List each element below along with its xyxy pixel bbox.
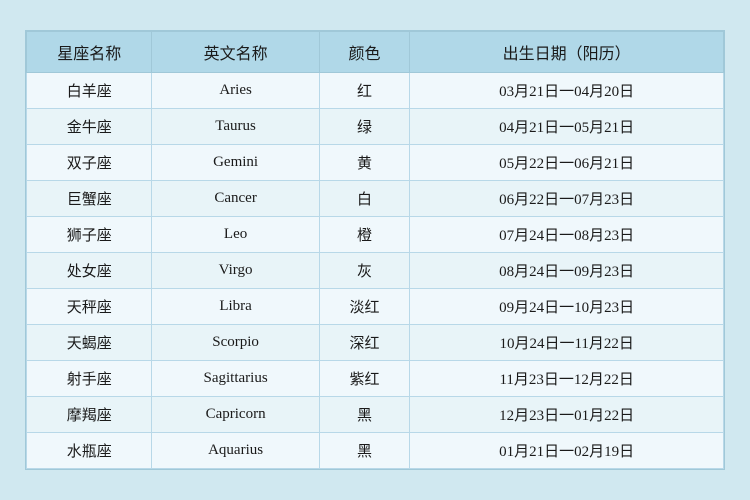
header-english: 英文名称	[152, 32, 319, 73]
cell-chinese: 水瓶座	[27, 433, 152, 469]
table-row: 射手座Sagittarius紫红11月23日一12月22日	[27, 361, 724, 397]
cell-english: Aries	[152, 73, 319, 109]
cell-chinese: 天秤座	[27, 289, 152, 325]
cell-color: 绿	[319, 109, 410, 145]
cell-date: 09月24日一10月23日	[410, 289, 724, 325]
cell-date: 06月22日一07月23日	[410, 181, 724, 217]
header-color: 颜色	[319, 32, 410, 73]
cell-date: 01月21日一02月19日	[410, 433, 724, 469]
cell-date: 05月22日一06月21日	[410, 145, 724, 181]
cell-date: 07月24日一08月23日	[410, 217, 724, 253]
cell-date: 04月21日一05月21日	[410, 109, 724, 145]
cell-chinese: 狮子座	[27, 217, 152, 253]
table-row: 水瓶座Aquarius黑01月21日一02月19日	[27, 433, 724, 469]
cell-chinese: 天蝎座	[27, 325, 152, 361]
cell-date: 11月23日一12月22日	[410, 361, 724, 397]
cell-english: Scorpio	[152, 325, 319, 361]
cell-english: Cancer	[152, 181, 319, 217]
cell-english: Taurus	[152, 109, 319, 145]
table-row: 天蝎座Scorpio深红10月24日一11月22日	[27, 325, 724, 361]
cell-color: 深红	[319, 325, 410, 361]
cell-color: 白	[319, 181, 410, 217]
cell-color: 黄	[319, 145, 410, 181]
cell-english: Aquarius	[152, 433, 319, 469]
cell-chinese: 摩羯座	[27, 397, 152, 433]
cell-color: 淡红	[319, 289, 410, 325]
cell-english: Leo	[152, 217, 319, 253]
table-row: 巨蟹座Cancer白06月22日一07月23日	[27, 181, 724, 217]
cell-english: Virgo	[152, 253, 319, 289]
cell-english: Gemini	[152, 145, 319, 181]
cell-chinese: 白羊座	[27, 73, 152, 109]
table-row: 处女座Virgo灰08月24日一09月23日	[27, 253, 724, 289]
cell-color: 黑	[319, 397, 410, 433]
cell-english: Sagittarius	[152, 361, 319, 397]
cell-chinese: 双子座	[27, 145, 152, 181]
cell-color: 橙	[319, 217, 410, 253]
cell-color: 灰	[319, 253, 410, 289]
header-date: 出生日期（阳历）	[410, 32, 724, 73]
cell-chinese: 金牛座	[27, 109, 152, 145]
cell-color: 黑	[319, 433, 410, 469]
table-row: 天秤座Libra淡红09月24日一10月23日	[27, 289, 724, 325]
cell-english: Libra	[152, 289, 319, 325]
table-row: 狮子座Leo橙07月24日一08月23日	[27, 217, 724, 253]
cell-chinese: 巨蟹座	[27, 181, 152, 217]
cell-color: 紫红	[319, 361, 410, 397]
table-row: 金牛座Taurus绿04月21日一05月21日	[27, 109, 724, 145]
cell-chinese: 射手座	[27, 361, 152, 397]
zodiac-table-container: 星座名称 英文名称 颜色 出生日期（阳历） 白羊座Aries红03月21日一04…	[25, 30, 725, 470]
cell-color: 红	[319, 73, 410, 109]
header-chinese: 星座名称	[27, 32, 152, 73]
table-row: 摩羯座Capricorn黑12月23日一01月22日	[27, 397, 724, 433]
table-row: 双子座Gemini黄05月22日一06月21日	[27, 145, 724, 181]
cell-date: 12月23日一01月22日	[410, 397, 724, 433]
zodiac-table: 星座名称 英文名称 颜色 出生日期（阳历） 白羊座Aries红03月21日一04…	[26, 31, 724, 469]
table-row: 白羊座Aries红03月21日一04月20日	[27, 73, 724, 109]
cell-date: 08月24日一09月23日	[410, 253, 724, 289]
cell-date: 10月24日一11月22日	[410, 325, 724, 361]
table-header-row: 星座名称 英文名称 颜色 出生日期（阳历）	[27, 32, 724, 73]
cell-chinese: 处女座	[27, 253, 152, 289]
cell-date: 03月21日一04月20日	[410, 73, 724, 109]
cell-english: Capricorn	[152, 397, 319, 433]
